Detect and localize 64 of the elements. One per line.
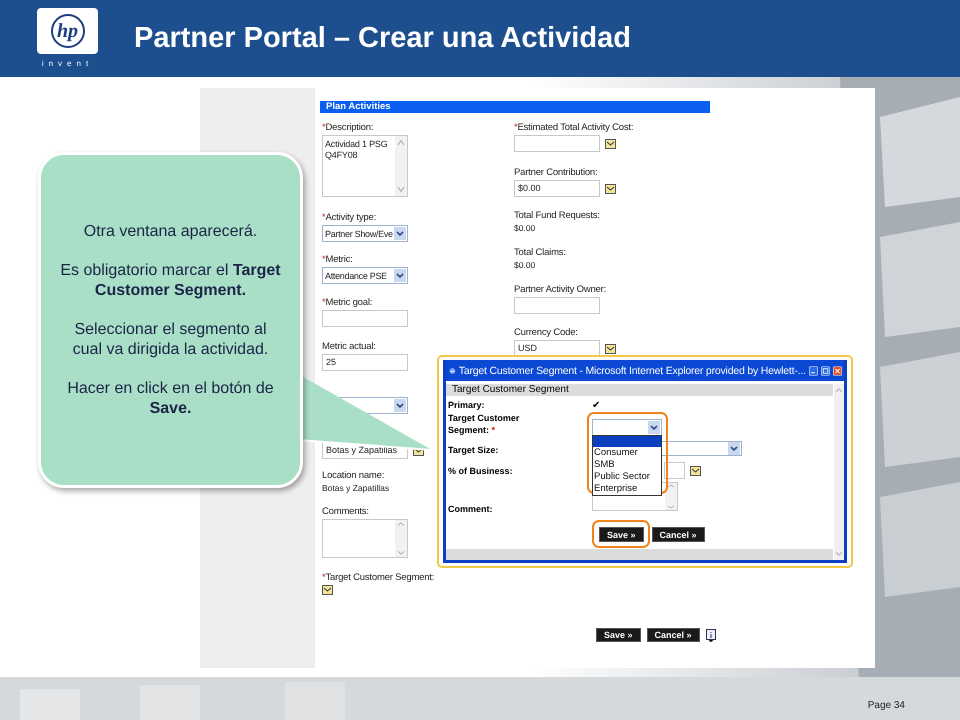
select-field[interactable]: Partner Show/Eve — [322, 225, 408, 242]
select-field[interactable] — [592, 419, 662, 436]
scrollbar[interactable] — [834, 384, 844, 560]
caret-icon — [728, 442, 740, 454]
input-field[interactable] — [322, 310, 408, 327]
field-value: $0.00 — [514, 223, 536, 233]
field-label: *Metric goal: — [322, 298, 372, 308]
field-label: *Target Customer Segment: — [322, 573, 434, 583]
scrollbar[interactable] — [665, 483, 677, 510]
caret-icon — [648, 421, 660, 434]
field-label: Primary: — [448, 399, 486, 411]
field-label: % of Business: — [448, 464, 514, 476]
dialog-button[interactable]: Cancel » — [652, 527, 705, 542]
input-field[interactable] — [664, 462, 685, 479]
field-label: Comment: — [448, 503, 494, 515]
section-header: Plan Activities — [320, 101, 710, 113]
lookup-icon[interactable] — [605, 344, 616, 354]
field-label: Partner Activity Owner: — [514, 285, 606, 295]
input-field[interactable] — [514, 135, 600, 152]
field-label: *Description: — [322, 123, 374, 133]
field-label: Comments: — [322, 507, 369, 517]
input-field[interactable]: $0.00 — [514, 180, 600, 197]
field-value: $0.00 — [514, 260, 536, 270]
lookup-icon[interactable] — [690, 466, 701, 476]
logo-tagline: invent — [42, 59, 94, 69]
page-number: Page 34 — [868, 700, 905, 711]
form-button[interactable]: Cancel » — [646, 628, 700, 642]
slide-title: Partner Portal – Crear una Actividad — [134, 22, 631, 55]
caret-icon — [394, 399, 406, 412]
field-value: Botas y Zapatillas — [322, 483, 390, 493]
window-title: Target Customer Segment - Microsoft Internet Explorer provided by Hewlett-... — [458, 364, 806, 376]
field-label: Target Size: — [448, 444, 500, 456]
logo-mark: hp — [50, 14, 84, 48]
field-label: Currency Code: — [514, 328, 578, 338]
callout-text: Otra ventana aparecerá. — [82, 222, 258, 242]
field-label: Metric actual: — [322, 342, 376, 352]
input-field[interactable] — [514, 297, 600, 314]
callout-text: Hacer en click en el botón de Save. — [66, 378, 275, 418]
input-field[interactable]: 25 — [322, 354, 408, 371]
callout-text: Es obligatorio marcar el Target Customer Segment. — [59, 260, 282, 300]
lookup-icon[interactable] — [605, 138, 616, 148]
field-label: Location name: — [322, 471, 384, 481]
scrollbar[interactable] — [395, 136, 407, 196]
field-label: *Estimated Total Activity Cost: — [514, 123, 634, 133]
lookup-icon[interactable] — [605, 184, 616, 194]
callout-text: Seleccionar el segmento al cual va dirigida la actividad. — [72, 320, 270, 360]
field-label: Total Fund Requests: — [514, 211, 600, 221]
caret-icon — [394, 269, 406, 282]
caret-icon — [394, 227, 406, 240]
check-mark: ✔ — [592, 400, 601, 410]
lookup-icon[interactable] — [322, 585, 333, 595]
text-area[interactable]: Actividad 1 PSG Q4FY08 — [322, 135, 408, 197]
field-label: *Activity type: — [322, 213, 376, 223]
dialog-button[interactable]: Save » — [599, 527, 644, 542]
form-button[interactable]: Save » — [596, 628, 641, 642]
field-label: Total Claims: — [514, 248, 566, 258]
scrollbar[interactable] — [395, 520, 407, 557]
info-icon[interactable] — [706, 628, 716, 642]
dropdown-option[interactable]: Enterprise — [593, 483, 638, 495]
select-field[interactable]: Attendance PSE — [322, 267, 408, 284]
section-header: Target Customer Segment — [446, 384, 833, 396]
field-label: Target Customer Segment: * — [448, 412, 520, 436]
field-label: *Metric: — [322, 255, 353, 265]
field-label: Partner Contribution: — [514, 168, 598, 178]
